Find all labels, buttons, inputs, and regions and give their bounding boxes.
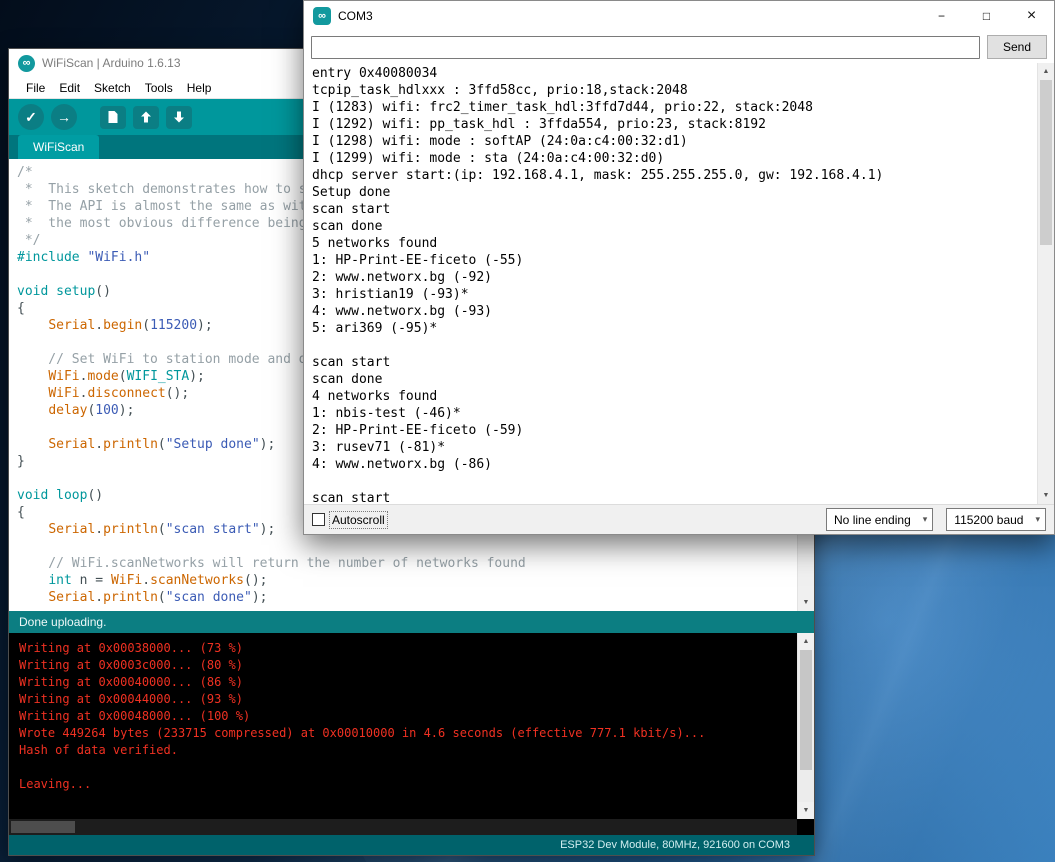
serial-output-line: 2: HP-Print-EE-ficeto (-59)	[312, 422, 1054, 439]
arrow-down-icon	[172, 111, 186, 123]
console-output: Writing at 0x00038000... (73 %)Writing a…	[9, 633, 814, 800]
console-vertical-scrollbar[interactable]: ▲ ▼	[797, 633, 814, 819]
console-line: Wrote 449264 bytes (233715 compressed) a…	[19, 725, 804, 742]
console-line: Writing at 0x0003c000... (80 %)	[19, 657, 804, 674]
console-line: Hash of data verified.	[19, 742, 804, 759]
serial-output-line	[312, 473, 1054, 490]
minimize-button[interactable]: −	[919, 1, 964, 31]
serial-output-line: I (1299) wifi: mode : sta (24:0a:c4:00:3…	[312, 150, 1054, 167]
autoscroll-checkbox[interactable]	[312, 513, 325, 526]
serial-monitor-title-bar[interactable]: ∞ COM3 − □ ×	[304, 1, 1054, 31]
serial-output-line: scan start	[312, 354, 1054, 371]
serial-output-text: entry 0x40080034tcpip_task_hdlxxx : 3ffd…	[304, 63, 1054, 504]
code-line: Serial.println("scan done");	[17, 589, 814, 606]
open-sketch-button[interactable]	[133, 106, 159, 129]
serial-scrollbar-thumb[interactable]	[1040, 80, 1052, 245]
console-line: Writing at 0x00048000... (100 %)	[19, 708, 804, 725]
serial-output-line: 1: HP-Print-EE-ficeto (-55)	[312, 252, 1054, 269]
serial-input-field[interactable]	[311, 36, 980, 59]
board-port-status: ESP32 Dev Module, 80MHz, 921600 on COM3	[560, 839, 790, 851]
scroll-up-icon[interactable]: ▲	[1038, 63, 1054, 80]
serial-output-line: scan start	[312, 201, 1054, 218]
code-line	[17, 538, 814, 555]
serial-output-line: Setup done	[312, 184, 1054, 201]
serial-output-line: 5 networks found	[312, 235, 1054, 252]
serial-vertical-scrollbar[interactable]: ▲ ▼	[1037, 63, 1054, 504]
line-ending-dropdown[interactable]: No line ending ▾	[826, 508, 933, 531]
serial-output-line	[312, 337, 1054, 354]
console-line: Writing at 0x00040000... (86 %)	[19, 674, 804, 691]
close-button[interactable]: ×	[1009, 1, 1054, 31]
serial-output-line: 4 networks found	[312, 388, 1054, 405]
scroll-down-icon[interactable]: ▼	[798, 594, 814, 611]
console-line: Leaving...	[19, 776, 804, 793]
menu-edit[interactable]: Edit	[52, 78, 87, 98]
scroll-down-icon[interactable]: ▼	[1038, 487, 1054, 504]
serial-output-line: dhcp server start:(ip: 192.168.4.1, mask…	[312, 167, 1054, 184]
arduino-logo-icon: ∞	[313, 7, 331, 25]
verify-button[interactable]: ✓	[18, 104, 44, 130]
console-hscroll-thumb[interactable]	[11, 821, 75, 833]
infinity-glyph: ∞	[23, 57, 31, 69]
serial-output-line: I (1298) wifi: mode : softAP (24:0a:c4:0…	[312, 133, 1054, 150]
serial-output-line: 3: hristian19 (-93)*	[312, 286, 1054, 303]
serial-output-line: 4: www.networx.bg (-86)	[312, 456, 1054, 473]
upload-button[interactable]: →	[51, 104, 77, 130]
serial-output-line: scan done	[312, 371, 1054, 388]
serial-monitor-title: COM3	[338, 9, 919, 23]
serial-output-line: 1: nbis-test (-46)*	[312, 405, 1054, 422]
maximize-button[interactable]: □	[964, 1, 1009, 31]
arrow-up-icon	[139, 111, 153, 123]
ide-console: Writing at 0x00038000... (73 %)Writing a…	[9, 633, 814, 835]
menu-tools[interactable]: Tools	[138, 78, 180, 98]
serial-output-line: tcpip_task_hdlxxx : 3ffd58cc, prio:18,st…	[312, 82, 1054, 99]
menu-help[interactable]: Help	[180, 78, 219, 98]
console-line: Writing at 0x00044000... (93 %)	[19, 691, 804, 708]
serial-output-line: scan done	[312, 218, 1054, 235]
serial-output-line: 2: www.networx.bg (-92)	[312, 269, 1054, 286]
tab-wifiscan[interactable]: WiFiScan	[18, 135, 99, 159]
new-file-icon	[107, 110, 119, 124]
new-sketch-button[interactable]	[100, 106, 126, 129]
serial-monitor-bottom-bar: Autoscroll No line ending ▾ 115200 baud …	[304, 504, 1054, 534]
serial-output-line: entry 0x40080034	[312, 65, 1054, 82]
baud-rate-dropdown[interactable]: 115200 baud ▾	[946, 508, 1046, 531]
serial-output-line: I (1292) wifi: pp_task_hdl : 3ffda554, p…	[312, 116, 1054, 133]
menu-file[interactable]: File	[19, 78, 52, 98]
serial-output-line: I (1283) wifi: frc2_timer_task_hdl:3ffd7…	[312, 99, 1054, 116]
ide-status-bar: Done uploading.	[9, 611, 814, 633]
console-line: Writing at 0x00038000... (73 %)	[19, 640, 804, 657]
line-ending-value: No line ending	[834, 513, 911, 527]
console-scrollbar-thumb[interactable]	[800, 650, 812, 770]
console-horizontal-scrollbar[interactable]	[9, 819, 797, 835]
serial-input-row: Send	[304, 31, 1054, 63]
serial-output-line: scan start	[312, 490, 1054, 504]
scroll-down-icon[interactable]: ▼	[798, 802, 814, 819]
status-message: Done uploading.	[19, 615, 106, 629]
menu-sketch[interactable]: Sketch	[87, 78, 138, 98]
check-icon: ✓	[25, 110, 37, 124]
ide-footer-bar: ESP32 Dev Module, 80MHz, 921600 on COM3	[9, 835, 814, 855]
save-sketch-button[interactable]	[166, 106, 192, 129]
arduino-logo-icon: ∞	[18, 55, 35, 72]
autoscroll-label[interactable]: Autoscroll	[330, 512, 387, 528]
serial-output-line: 5: ari369 (-95)*	[312, 320, 1054, 337]
serial-monitor-window: ∞ COM3 − □ × Send entry 0x40080034tcpip_…	[303, 0, 1055, 535]
baud-rate-value: 115200 baud	[954, 513, 1023, 527]
right-arrow-icon: →	[57, 110, 71, 124]
chevron-down-icon: ▾	[923, 514, 928, 525]
console-line	[19, 759, 804, 776]
serial-output-line: 3: rusev71 (-81)*	[312, 439, 1054, 456]
chevron-down-icon: ▾	[1035, 514, 1040, 525]
send-button[interactable]: Send	[987, 35, 1047, 59]
scroll-up-icon[interactable]: ▲	[798, 633, 814, 650]
ide-window-title: WiFiScan | Arduino 1.6.13	[42, 56, 181, 70]
tab-label: WiFiScan	[33, 140, 84, 154]
code-line: int n = WiFi.scanNetworks();	[17, 572, 814, 589]
infinity-glyph: ∞	[318, 10, 326, 22]
serial-output-area[interactable]: entry 0x40080034tcpip_task_hdlxxx : 3ffd…	[304, 63, 1054, 504]
code-line: // WiFi.scanNetworks will return the num…	[17, 555, 814, 572]
serial-output-line: 4: www.networx.bg (-93)	[312, 303, 1054, 320]
